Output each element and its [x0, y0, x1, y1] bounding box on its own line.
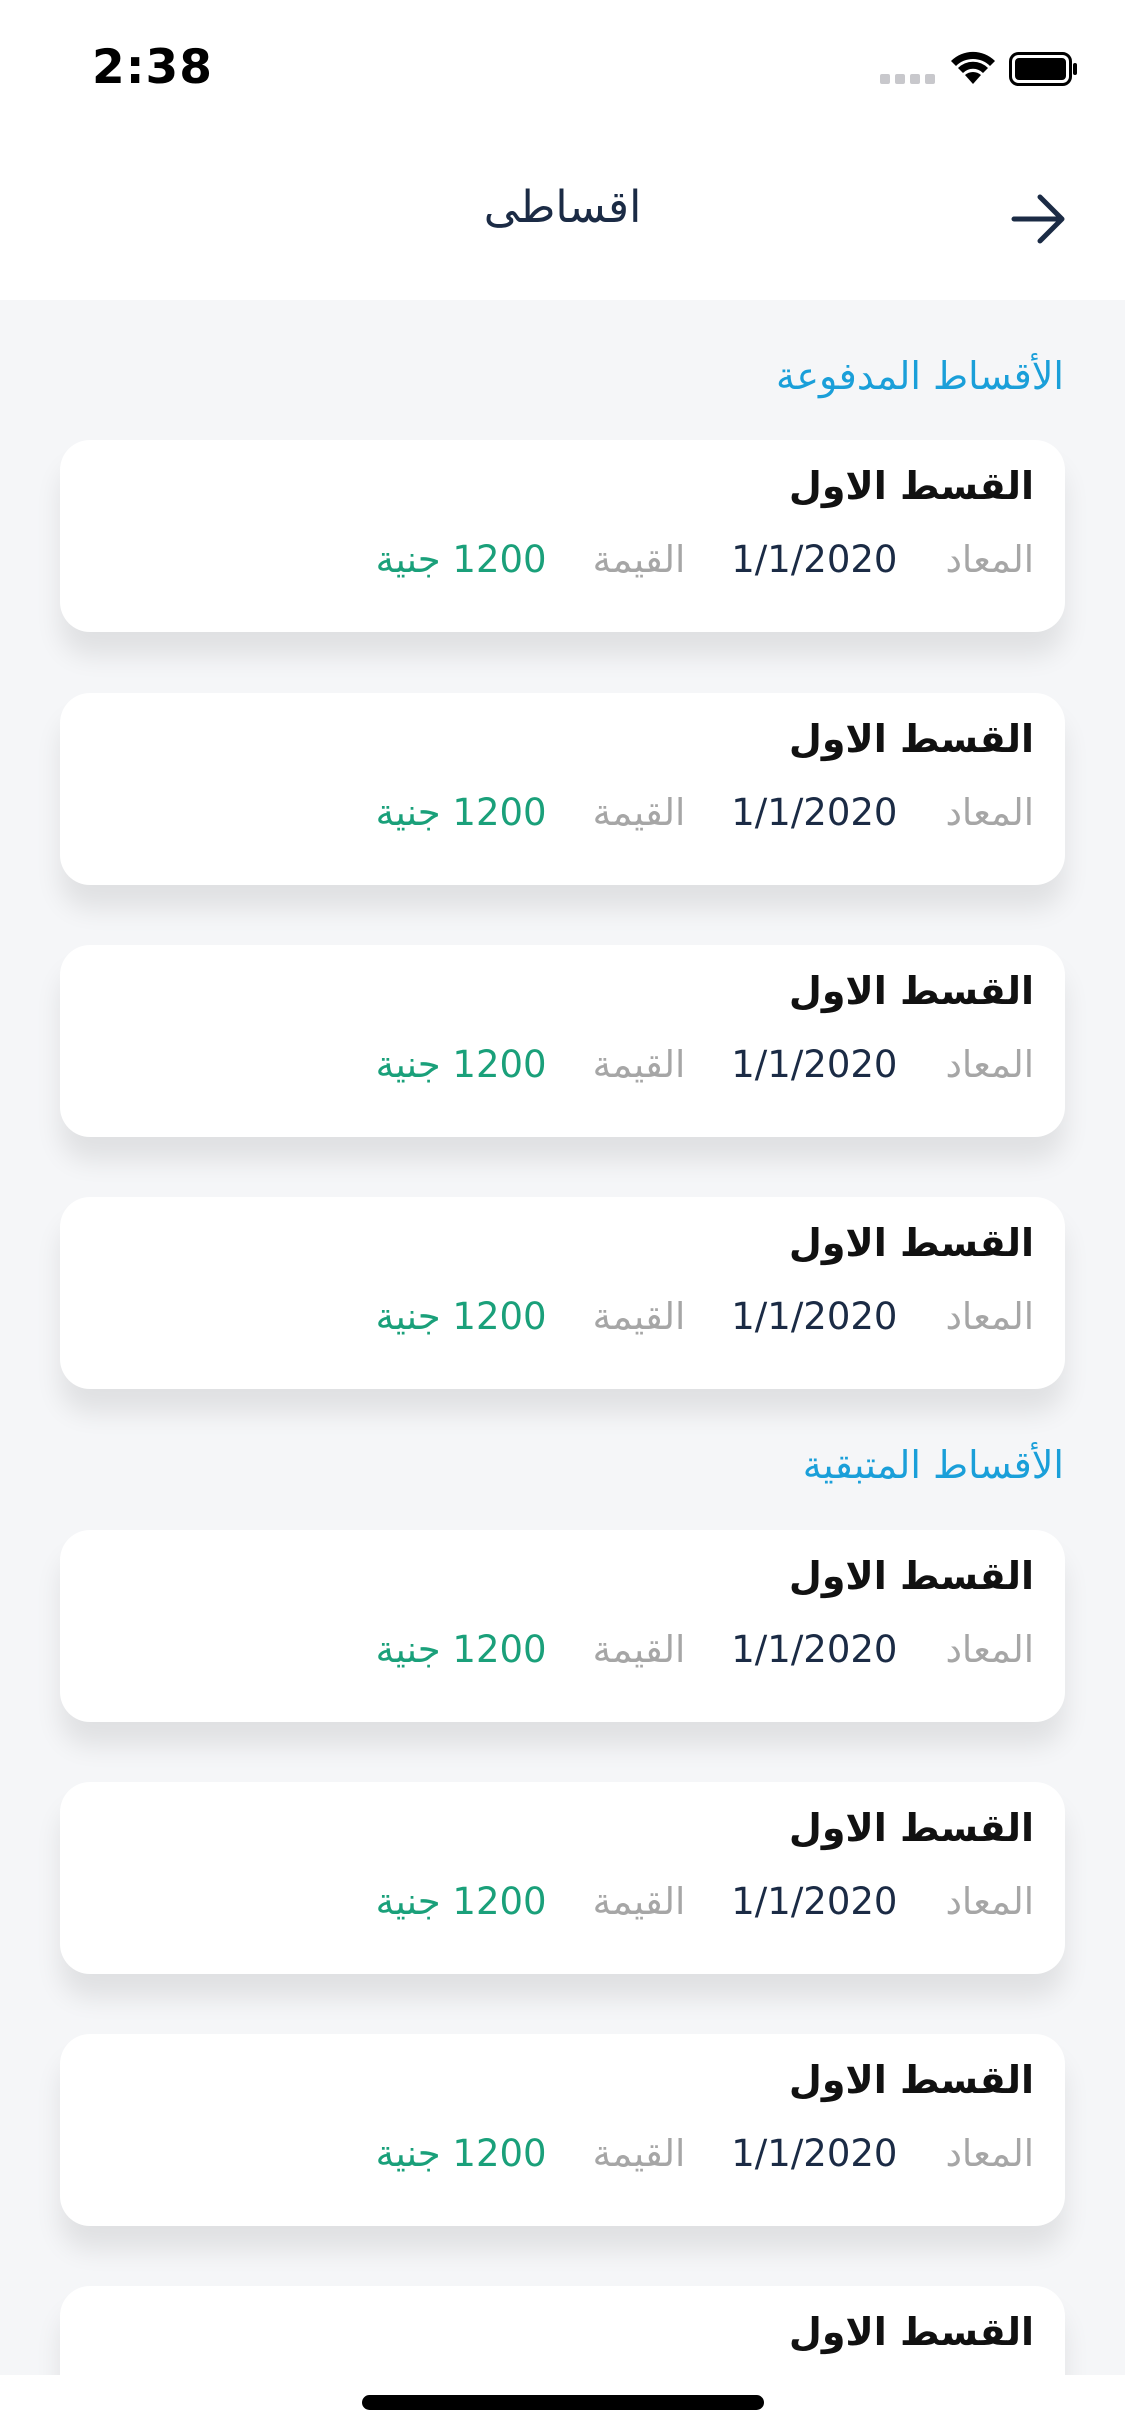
section-title-paid: الأقساط المدفوعة — [776, 354, 1064, 398]
due-date: 1/1/2020 — [731, 538, 898, 581]
installment-card[interactable]: القسط الاول المعاد 1/1/2020 القيمة 1200 … — [60, 2034, 1065, 2226]
nav-bar: اقساطى — [0, 140, 1125, 300]
installment-amount: 1200 جنية — [375, 538, 547, 581]
due-label: المعاد — [945, 2132, 1034, 2175]
installment-amount: 1200 جنية — [375, 2132, 547, 2175]
installment-amount: 1200 جنية — [375, 1295, 547, 1338]
installment-amount: 1200 جنية — [375, 791, 547, 834]
value-label: القيمة — [592, 1043, 686, 1086]
due-label: المعاد — [945, 1880, 1034, 1923]
due-label: المعاد — [945, 1628, 1034, 1671]
installment-title: القسط الاول — [788, 2058, 1034, 2102]
page-title: اقساطى — [483, 182, 642, 233]
installment-card[interactable]: القسط الاول المعاد 1/1/2020 القيمة 1200 … — [60, 945, 1065, 1137]
installment-card[interactable]: القسط الاول — [60, 2286, 1065, 2375]
battery-icon — [1009, 52, 1077, 86]
installment-amount: 1200 جنية — [375, 1043, 547, 1086]
installment-title: القسط الاول — [788, 717, 1034, 761]
due-date: 1/1/2020 — [731, 791, 898, 834]
due-date: 1/1/2020 — [731, 1880, 898, 1923]
due-label: المعاد — [945, 1043, 1034, 1086]
value-label: القيمة — [592, 538, 686, 581]
due-label: المعاد — [945, 791, 1034, 834]
installment-card[interactable]: القسط الاول المعاد 1/1/2020 القيمة 1200 … — [60, 1197, 1065, 1389]
installment-details: المعاد 1/1/2020 القيمة 1200 جنية — [376, 791, 1034, 834]
installment-title: القسط الاول — [788, 464, 1034, 508]
installment-card[interactable]: القسط الاول المعاد 1/1/2020 القيمة 1200 … — [60, 440, 1065, 632]
value-label: القيمة — [592, 1295, 686, 1338]
wifi-icon — [951, 51, 995, 84]
installment-details: المعاد 1/1/2020 القيمة 1200 جنية — [376, 1295, 1034, 1338]
installment-card[interactable]: القسط الاول المعاد 1/1/2020 القيمة 1200 … — [60, 1530, 1065, 1722]
installment-amount: 1200 جنية — [375, 1880, 547, 1923]
due-label: المعاد — [945, 538, 1034, 581]
due-date: 1/1/2020 — [731, 2132, 898, 2175]
installment-details: المعاد 1/1/2020 القيمة 1200 جنية — [376, 1880, 1034, 1923]
due-date: 1/1/2020 — [731, 1628, 898, 1671]
status-time: 2:38 — [92, 40, 213, 95]
installments-list[interactable]: الأقساط المدفوعة القسط الاول المعاد 1/1/… — [0, 300, 1125, 2375]
installment-title: القسط الاول — [788, 1221, 1034, 1265]
due-date: 1/1/2020 — [731, 1043, 898, 1086]
section-title-remaining: الأقساط المتبقية — [802, 1443, 1064, 1487]
installment-title: القسط الاول — [788, 2310, 1034, 2354]
installment-amount: 1200 جنية — [375, 1628, 547, 1671]
installment-details: المعاد 1/1/2020 القيمة 1200 جنية — [376, 1628, 1034, 1671]
value-label: القيمة — [592, 1628, 686, 1671]
due-date: 1/1/2020 — [731, 1295, 898, 1338]
installment-details: المعاد 1/1/2020 القيمة 1200 جنية — [376, 538, 1034, 581]
installment-title: القسط الاول — [788, 1554, 1034, 1598]
due-label: المعاد — [945, 1295, 1034, 1338]
installment-card[interactable]: القسط الاول المعاد 1/1/2020 القيمة 1200 … — [60, 1782, 1065, 1974]
value-label: القيمة — [592, 791, 686, 834]
value-label: القيمة — [592, 1880, 686, 1923]
installment-details: المعاد 1/1/2020 القيمة 1200 جنية — [376, 2132, 1034, 2175]
installment-title: القسط الاول — [788, 1806, 1034, 1850]
cellular-signal-icon — [880, 74, 935, 84]
installment-details: المعاد 1/1/2020 القيمة 1200 جنية — [376, 1043, 1034, 1086]
status-bar: 2:38 — [0, 0, 1125, 140]
installment-title: القسط الاول — [788, 969, 1034, 1013]
home-indicator[interactable] — [362, 2395, 764, 2410]
value-label: القيمة — [592, 2132, 686, 2175]
arrow-right-icon[interactable] — [1010, 192, 1068, 246]
installment-card[interactable]: القسط الاول المعاد 1/1/2020 القيمة 1200 … — [60, 693, 1065, 885]
